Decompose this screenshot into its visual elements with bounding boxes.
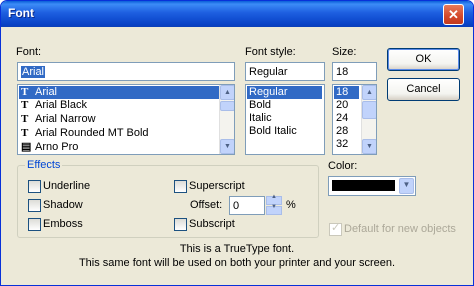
shadow-label[interactable]: Shadow bbox=[43, 199, 83, 211]
truetype-icon: T bbox=[21, 113, 29, 125]
chevron-up-icon: ▲ bbox=[366, 89, 373, 96]
size-list-item[interactable]: 18 bbox=[334, 86, 359, 99]
color-dropdown[interactable]: ▼ bbox=[328, 176, 416, 196]
font-dialog: Font ✕ Font: Arial T Arial T Arial Black T… bbox=[0, 0, 474, 286]
close-button[interactable]: ✕ bbox=[443, 4, 464, 25]
offset-input[interactable]: 0 bbox=[229, 196, 265, 215]
font-style-list[interactable]: Regular Bold Italic Bold Italic bbox=[245, 84, 325, 155]
info-line-2: This same font will be used on both your… bbox=[78, 257, 396, 269]
font-list-scrollbar[interactable]: ▲ ▼ bbox=[219, 85, 234, 154]
font-name-value: Arial bbox=[21, 66, 46, 78]
chevron-down-icon: ▼ bbox=[402, 180, 411, 189]
effects-group-title: Effects bbox=[25, 159, 63, 171]
scroll-up-button[interactable]: ▲ bbox=[362, 85, 376, 100]
superscript-label[interactable]: Superscript bbox=[189, 180, 245, 192]
size-list-item[interactable]: 24 bbox=[334, 112, 348, 125]
size-list-scrollbar[interactable]: ▲ ▼ bbox=[361, 85, 376, 154]
subscript-label[interactable]: Subscript bbox=[189, 218, 235, 230]
size-input[interactable]: 18 bbox=[332, 62, 377, 81]
style-list-item[interactable]: Bold bbox=[247, 99, 271, 112]
font-list-item[interactable]: T Arial Narrow bbox=[19, 113, 96, 126]
scroll-up-button[interactable]: ▲ bbox=[220, 85, 234, 100]
size-list-item[interactable]: 28 bbox=[334, 125, 348, 138]
font-list-item[interactable]: ▤ Arno Pro bbox=[19, 141, 78, 154]
color-label: Color: bbox=[328, 160, 358, 172]
chevron-up-icon: ▲ bbox=[271, 194, 277, 200]
truetype-icon: T bbox=[21, 86, 29, 98]
scroll-thumb[interactable] bbox=[362, 101, 376, 119]
scroll-down-button[interactable]: ▼ bbox=[220, 139, 234, 154]
size-list[interactable]: 18 20 24 28 32 ▲ ▼ bbox=[332, 84, 377, 155]
chevron-down-icon: ▼ bbox=[271, 204, 277, 210]
close-icon: ✕ bbox=[448, 7, 459, 22]
checkmark-icon: ✓ bbox=[331, 222, 341, 234]
dialog-title: Font bbox=[8, 6, 34, 20]
offset-value: 0 bbox=[233, 200, 240, 212]
style-list-item[interactable]: Bold Italic bbox=[247, 125, 297, 138]
style-list-item[interactable]: Regular bbox=[247, 86, 322, 99]
emboss-checkbox[interactable] bbox=[28, 218, 41, 231]
scroll-down-button[interactable]: ▼ bbox=[362, 139, 376, 154]
chevron-down-icon: ▼ bbox=[224, 143, 231, 150]
truetype-icon: T bbox=[21, 99, 29, 111]
percent-label: % bbox=[286, 199, 296, 211]
ok-button[interactable]: OK bbox=[387, 48, 460, 71]
emboss-label[interactable]: Emboss bbox=[43, 218, 83, 230]
font-list-item[interactable]: T Arial Black bbox=[19, 99, 87, 112]
dropdown-button[interactable]: ▼ bbox=[399, 178, 414, 194]
cancel-button[interactable]: Cancel bbox=[387, 78, 460, 101]
font-label: Font: bbox=[16, 46, 42, 58]
info-line-1: This is a TrueType font. bbox=[179, 243, 295, 255]
subscript-checkbox[interactable] bbox=[174, 218, 187, 231]
dialog-body: Font: Arial T Arial T Arial Black T Arial N… bbox=[1, 27, 473, 285]
size-value: 18 bbox=[336, 66, 349, 78]
size-list-item[interactable]: 20 bbox=[334, 99, 348, 112]
font-style-label: Font style: bbox=[245, 46, 296, 58]
superscript-checkbox[interactable] bbox=[174, 180, 187, 193]
font-list-item[interactable]: T Arial Rounded MT Bold bbox=[19, 127, 149, 140]
offset-label: Offset: bbox=[190, 199, 223, 211]
font-name-input[interactable]: Arial bbox=[17, 62, 235, 81]
underline-checkbox[interactable] bbox=[28, 180, 41, 193]
size-label: Size: bbox=[332, 46, 357, 58]
opentype-icon: ▤ bbox=[21, 141, 32, 153]
title-bar[interactable]: Font ✕ bbox=[1, 1, 473, 27]
spin-down-button[interactable]: ▼ bbox=[266, 204, 282, 215]
shadow-checkbox[interactable] bbox=[28, 199, 41, 212]
scroll-thumb[interactable] bbox=[220, 101, 234, 111]
truetype-icon: T bbox=[21, 127, 29, 139]
chevron-down-icon: ▼ bbox=[366, 143, 373, 150]
font-style-value: Regular bbox=[249, 66, 288, 78]
underline-label[interactable]: Underline bbox=[43, 180, 90, 192]
style-list-item[interactable]: Italic bbox=[247, 112, 272, 125]
font-list[interactable]: T Arial T Arial Black T Arial Narrow T Arial… bbox=[17, 84, 235, 155]
color-swatch bbox=[332, 180, 395, 191]
size-list-item[interactable]: 32 bbox=[334, 138, 348, 151]
chevron-up-icon: ▲ bbox=[224, 89, 231, 96]
font-style-input[interactable]: Regular bbox=[245, 62, 325, 81]
offset-spinner[interactable]: ▲ ▼ bbox=[266, 194, 282, 215]
default-checkbox[interactable]: ✓ bbox=[329, 222, 342, 236]
default-label: Default for new objects bbox=[344, 223, 456, 235]
font-list-item[interactable]: T Arial bbox=[19, 86, 220, 99]
